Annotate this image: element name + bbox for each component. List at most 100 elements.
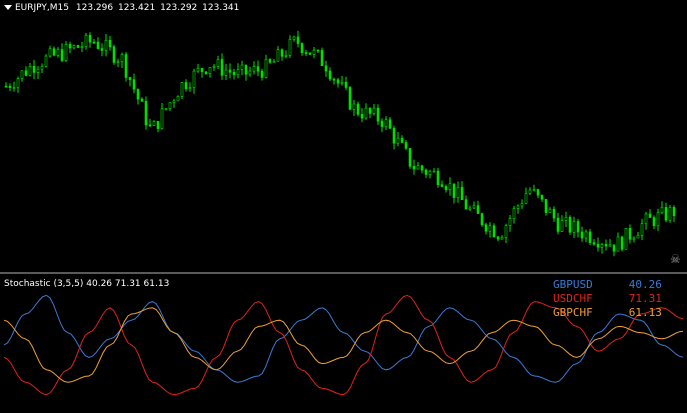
- candle-body: [548, 208, 552, 213]
- candle-body: [400, 137, 404, 143]
- candle-body: [628, 228, 632, 240]
- candle-body: [64, 44, 68, 61]
- candle-body: [288, 39, 292, 56]
- candle-body: [404, 142, 408, 149]
- candle-body: [56, 49, 60, 56]
- candle-body: [28, 66, 32, 76]
- candle-body: [312, 49, 316, 55]
- candle-body: [128, 77, 132, 80]
- candle-body: [356, 103, 360, 115]
- stochastic-pane[interactable]: Stochastic (3,5,5) 40.26 71.31 61.13 GBP…: [0, 275, 687, 413]
- candle-body: [496, 236, 500, 240]
- candle-body: [160, 108, 164, 129]
- candle-body: [500, 237, 504, 240]
- candle-body: [60, 49, 64, 61]
- candle-body: [328, 70, 332, 80]
- candle-body: [152, 120, 156, 126]
- candle-body: [168, 102, 172, 109]
- close-price: 123.341: [202, 3, 240, 13]
- candle-body: [280, 49, 284, 57]
- indicator-value-2: 71.31: [114, 279, 141, 289]
- candle-body: [136, 89, 140, 100]
- candle-body: [576, 221, 580, 233]
- candle-body: [84, 34, 88, 47]
- candle-body: [232, 72, 236, 75]
- candle-body: [600, 244, 604, 248]
- candle-body: [596, 243, 600, 248]
- candle-body: [604, 244, 608, 247]
- candle-body: [92, 41, 96, 44]
- indicator-header: Stochastic (3,5,5) 40.26 71.31 61.13: [4, 279, 169, 289]
- candle-body: [196, 68, 200, 72]
- candle-body: [24, 70, 28, 76]
- candle-body: [580, 231, 584, 239]
- candle-body: [544, 198, 548, 213]
- legend-row-gbpusd: GBPUSD 40.26: [553, 278, 662, 291]
- candle-body: [428, 170, 432, 175]
- legend-value: 40.26: [628, 278, 662, 291]
- candle-body: [344, 81, 348, 88]
- indicator-label: Stochastic (3,5,5): [4, 279, 84, 289]
- candle-body: [644, 213, 648, 224]
- candle-body: [456, 186, 460, 198]
- candle-body: [200, 68, 204, 73]
- candle-body: [88, 34, 92, 43]
- candle-body: [144, 101, 148, 126]
- candle-body: [396, 137, 400, 144]
- candle-body: [520, 203, 524, 207]
- skull-icon[interactable]: ☠: [670, 252, 681, 266]
- pane-separator[interactable]: [0, 272, 687, 274]
- candle-body: [472, 205, 476, 209]
- candle-body: [648, 213, 652, 218]
- triangle-down-icon[interactable]: [4, 5, 12, 10]
- candle-body: [156, 120, 160, 129]
- candle-body: [108, 39, 112, 48]
- candle-body: [484, 224, 488, 232]
- open-price: 123.296: [75, 3, 114, 13]
- candle-body: [584, 231, 588, 239]
- candle-body: [572, 221, 576, 233]
- candle-body: [592, 242, 596, 245]
- candle-body: [452, 183, 456, 198]
- candle-body: [668, 207, 672, 221]
- candle-body: [624, 228, 628, 250]
- legend-row-gbpchf: GBPCHF 61.13: [553, 306, 662, 319]
- candle-body: [80, 46, 84, 48]
- candle-body: [308, 52, 312, 55]
- legend-row-usdchf: USDCHF 71.31: [553, 292, 662, 305]
- candle-body: [388, 119, 392, 129]
- candle-body: [332, 78, 336, 81]
- candle-body: [660, 207, 664, 214]
- candle-body: [276, 49, 280, 62]
- candle-body: [48, 48, 52, 57]
- candle-body: [324, 65, 328, 72]
- candle-body: [284, 55, 288, 57]
- candle-body: [228, 69, 232, 73]
- candle-body: [264, 59, 268, 78]
- candle-body: [488, 225, 492, 232]
- candle-body: [192, 70, 196, 88]
- candle-body: [616, 236, 620, 252]
- price-chart-pane[interactable]: EURJPY,M15 123.296 123.421 123.292 123.3…: [0, 0, 687, 272]
- candle-body: [444, 186, 448, 190]
- candle-body: [120, 54, 124, 62]
- candle-body: [440, 184, 444, 187]
- candle-body: [424, 169, 428, 175]
- candle-body: [140, 98, 144, 102]
- legend-name: USDCHF: [553, 292, 593, 305]
- candle-body: [360, 114, 364, 119]
- candle-body: [532, 189, 536, 191]
- symbol-timeframe: EURJPY,M15: [15, 3, 69, 13]
- candle-body: [272, 60, 276, 63]
- candle-body: [524, 193, 528, 204]
- candle-body: [552, 208, 556, 219]
- candle-body: [352, 103, 356, 110]
- indicator-value-1: 40.26: [86, 279, 113, 289]
- candle-body: [632, 237, 636, 240]
- candlestick-chart: [4, 30, 676, 257]
- candle-body: [568, 216, 572, 233]
- candle-body: [176, 96, 180, 102]
- candle-body: [172, 100, 176, 103]
- candle-body: [652, 217, 656, 227]
- candle-body: [220, 59, 224, 76]
